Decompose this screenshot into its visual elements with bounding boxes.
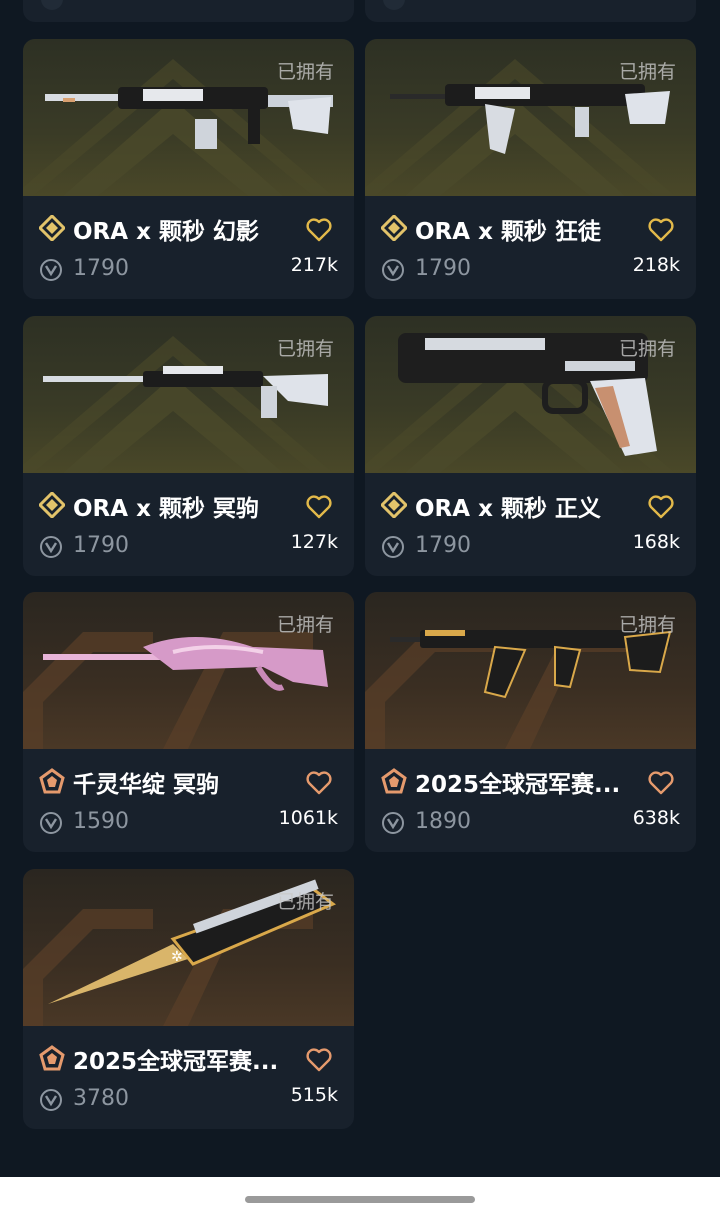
skin-thumbnail: 已拥有 xyxy=(23,39,354,196)
gold-diamond-icon xyxy=(39,215,65,241)
skin-card[interactable]: 已拥有 2025全球冠军赛... 1890 638k xyxy=(365,592,696,852)
partial-card-right[interactable] xyxy=(365,0,696,22)
skin-thumbnail: 已拥有 xyxy=(23,592,354,749)
skin-card[interactable]: ✲ 已拥有 2025全球冠军赛... 3780 515k xyxy=(23,869,354,1129)
vp-icon xyxy=(41,0,63,10)
likes-count: 218k xyxy=(632,254,680,276)
skin-name: ORA x 颗秒 狂徒 xyxy=(415,219,601,245)
skin-thumbnail: 已拥有 xyxy=(365,592,696,749)
skin-name: ORA x 颗秒 幻影 xyxy=(73,219,259,245)
skin-name: 2025全球冠军赛... xyxy=(73,1049,279,1075)
vp-icon xyxy=(40,259,62,281)
skin-thumbnail: ✲ 已拥有 xyxy=(23,869,354,1026)
skin-card[interactable]: 已拥有 千灵华绽 冥驹 1590 1061k xyxy=(23,592,354,852)
heart-icon[interactable] xyxy=(648,771,674,795)
skin-name: ORA x 颗秒 正义 xyxy=(415,496,601,522)
price: 1590 xyxy=(73,809,129,834)
owned-label: 已拥有 xyxy=(276,891,334,913)
partial-card-left[interactable] xyxy=(23,0,354,22)
vp-icon xyxy=(383,0,405,10)
skin-card[interactable]: 已拥有 ORA x 颗秒 冥驹 1790 127k xyxy=(23,316,354,576)
skin-name: ORA x 颗秒 冥驹 xyxy=(73,496,259,522)
price: 1790 xyxy=(415,256,471,281)
price: 3780 xyxy=(73,1086,129,1111)
owned-label: 已拥有 xyxy=(276,61,334,83)
vp-icon xyxy=(382,259,404,281)
vp-icon xyxy=(40,1089,62,1111)
vp-icon xyxy=(382,536,404,558)
vp-icon xyxy=(40,536,62,558)
gold-diamond-icon xyxy=(381,492,407,518)
vp-icon xyxy=(40,812,62,834)
skin-name: 2025全球冠军赛... xyxy=(415,772,621,798)
skin-name: 千灵华绽 冥驹 xyxy=(73,772,220,798)
skin-card[interactable]: 已拥有 ORA x 颗秒 狂徒 1790 218k xyxy=(365,39,696,299)
skin-thumbnail: 已拥有 xyxy=(365,316,696,473)
gold-diamond-icon xyxy=(381,215,407,241)
copper-pentagon-icon xyxy=(381,768,407,794)
skin-card[interactable]: 已拥有 ORA x 颗秒 正义 1790 168k xyxy=(365,316,696,576)
likes-count: 638k xyxy=(632,807,680,829)
svg-text:✲: ✲ xyxy=(171,949,183,965)
heart-icon[interactable] xyxy=(306,495,332,519)
likes-count: 217k xyxy=(290,254,338,276)
copper-pentagon-icon xyxy=(39,768,65,794)
likes-count: 1061k xyxy=(278,807,338,829)
heart-icon[interactable] xyxy=(648,495,674,519)
gold-diamond-icon xyxy=(39,492,65,518)
likes-count: 168k xyxy=(632,531,680,553)
owned-label: 已拥有 xyxy=(618,61,676,83)
vp-icon xyxy=(382,812,404,834)
home-indicator[interactable] xyxy=(245,1196,475,1203)
likes-count: 515k xyxy=(290,1084,338,1106)
price: 1890 xyxy=(415,809,471,834)
skin-thumbnail: 已拥有 xyxy=(365,39,696,196)
skin-card[interactable]: 已拥有 ORA x 颗秒 幻影 1790 217k xyxy=(23,39,354,299)
heart-icon[interactable] xyxy=(306,218,332,242)
heart-icon[interactable] xyxy=(648,218,674,242)
price: 1790 xyxy=(415,533,471,558)
owned-label: 已拥有 xyxy=(618,338,676,360)
heart-icon[interactable] xyxy=(306,1048,332,1072)
owned-label: 已拥有 xyxy=(618,614,676,636)
skin-thumbnail: 已拥有 xyxy=(23,316,354,473)
price: 1790 xyxy=(73,256,129,281)
heart-icon[interactable] xyxy=(306,771,332,795)
owned-label: 已拥有 xyxy=(276,614,334,636)
likes-count: 127k xyxy=(290,531,338,553)
owned-label: 已拥有 xyxy=(276,338,334,360)
copper-pentagon-icon xyxy=(39,1045,65,1071)
price: 1790 xyxy=(73,533,129,558)
